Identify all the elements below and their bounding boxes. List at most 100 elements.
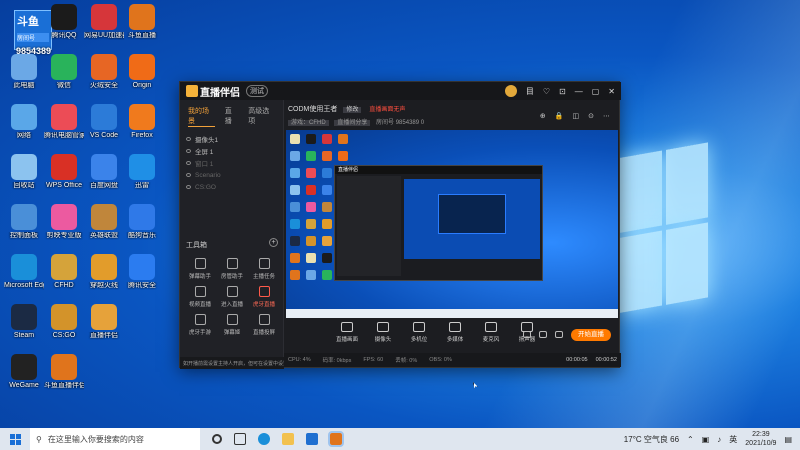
desktop-icon[interactable]: 回收站 xyxy=(4,154,44,202)
preview-toggle-icon[interactable] xyxy=(539,331,547,338)
network-icon[interactable]: ▣ xyxy=(702,435,710,444)
beta-badge[interactable]: 测试 xyxy=(246,85,268,97)
source-control[interactable]: 直播画面 xyxy=(336,322,358,343)
desktop-icon[interactable]: 斗鱼直播伴侣 xyxy=(44,354,84,402)
close-icon[interactable]: ✕ xyxy=(608,87,615,96)
desktop-icon[interactable]: 酷狗音乐 xyxy=(122,204,162,252)
source-control[interactable]: 多媒体 xyxy=(444,322,466,343)
edge-icon[interactable] xyxy=(258,433,270,445)
fans-count: 0 xyxy=(420,120,425,126)
scene-item[interactable]: Scenario xyxy=(186,169,277,181)
streaming-app-icon[interactable] xyxy=(328,431,344,447)
layout-icon[interactable]: ◫ xyxy=(573,112,580,120)
desktop-icon[interactable]: Firefox xyxy=(122,104,162,152)
more-icon[interactable]: ⋯ xyxy=(603,112,610,120)
desktop-icon[interactable]: 控制面板 xyxy=(4,204,44,252)
desktop-icon[interactable]: 百度网盘 xyxy=(84,154,124,202)
room-category[interactable]: 游戏：CFHD xyxy=(288,120,329,126)
room-title[interactable]: CODM使用王者 xyxy=(288,106,337,113)
menu-icon[interactable]: 目 xyxy=(526,86,534,97)
tab-scenes[interactable]: 我的场景 xyxy=(188,106,215,127)
visibility-icon[interactable] xyxy=(186,161,191,165)
desktop-icon[interactable]: 斗鱼直播 xyxy=(122,4,162,52)
source-control[interactable]: 多机位 xyxy=(408,322,430,343)
tool-button[interactable]: 虎牙直播 xyxy=(248,286,280,308)
scene-item[interactable]: 窗口 1 xyxy=(186,157,277,169)
app-window[interactable]: 直播伴侣 测试 目 ♡ ⊡ — ▢ ✕ 我的场景 直播 高级选项 摄像头1 全屏 … xyxy=(179,81,621,369)
edit-title-button[interactable]: 修改 xyxy=(343,107,362,113)
tool-icon xyxy=(258,286,270,297)
desktop-icon[interactable]: 此电脑 xyxy=(4,54,44,102)
start-button[interactable] xyxy=(0,433,30,445)
input-language[interactable]: 英 xyxy=(729,434,737,445)
desktop-icon[interactable]: VS Code xyxy=(84,104,124,152)
tool-button[interactable]: 主播任务 xyxy=(248,258,280,280)
desktop-icon[interactable]: WPS Office xyxy=(44,154,84,202)
go-live-button[interactable]: 开始直播 xyxy=(571,329,611,341)
taskbar-search[interactable]: ⚲ 在这里输入你要搜索的内容 xyxy=(30,428,200,450)
source-control[interactable]: 摄像头 xyxy=(372,322,394,343)
notification-icon[interactable]: ▤ xyxy=(784,435,792,444)
visibility-icon[interactable] xyxy=(186,185,191,189)
status-cpu: CPU: 4% xyxy=(288,357,311,363)
preview-mini-icon xyxy=(290,236,300,246)
weather-text[interactable]: 17°C 空气良 66 xyxy=(624,434,679,445)
camera-toggle-icon[interactable] xyxy=(523,331,531,338)
scene-item[interactable]: 摄像头1 xyxy=(186,133,277,145)
desktop-icon[interactable]: 穿越火线 xyxy=(84,254,124,302)
task-view-icon[interactable] xyxy=(234,433,246,445)
visibility-icon[interactable] xyxy=(186,149,191,153)
desktop-icon[interactable]: Microsoft Edge xyxy=(4,254,44,302)
desktop-icon[interactable]: WeGame xyxy=(4,354,44,402)
scene-item[interactable]: CS:GO xyxy=(186,181,277,193)
desktop-icon[interactable]: 火绒安全 xyxy=(84,54,124,102)
desktop-icon[interactable]: CFHD xyxy=(44,254,84,302)
desktop-icon[interactable]: 腾讯安全 xyxy=(122,254,162,302)
volume-icon[interactable]: ♪ xyxy=(717,435,721,444)
visibility-icon[interactable] xyxy=(186,173,191,177)
desktop-icon[interactable]: 网络 xyxy=(4,104,44,152)
tool-button[interactable]: 弹幕姬 xyxy=(216,314,248,336)
tray-overflow-icon[interactable]: ⌃ xyxy=(687,435,694,444)
settings-icon[interactable]: ⊙ xyxy=(588,112,594,120)
tool-button[interactable]: 弹幕助手 xyxy=(184,258,216,280)
desktop-icon[interactable]: 迅雷 xyxy=(122,154,162,202)
app-titlebar[interactable]: 直播伴侣 测试 目 ♡ ⊡ — ▢ ✕ xyxy=(180,82,621,100)
tab-live[interactable]: 直播 xyxy=(225,106,238,127)
desktop-icon[interactable]: Origin xyxy=(122,54,162,102)
desktop-icon[interactable]: Steam xyxy=(4,304,44,352)
desktop-icon[interactable]: 微信 xyxy=(44,54,84,102)
maximize-icon[interactable]: ▢ xyxy=(592,87,600,96)
tool-button[interactable]: 进入直播 xyxy=(216,286,248,308)
file-explorer-icon[interactable] xyxy=(282,433,294,445)
desktop-icon[interactable]: 英雄联盟 xyxy=(84,204,124,252)
tool-button[interactable]: 视频直播 xyxy=(184,286,216,308)
visibility-icon[interactable] xyxy=(186,137,191,141)
desktop-icon[interactable]: 腾讯电脑管家 xyxy=(44,104,84,152)
favorite-icon[interactable]: ♡ xyxy=(543,87,550,96)
desktop-icon[interactable]: 腾讯QQ xyxy=(44,4,84,52)
mail-icon[interactable] xyxy=(306,433,318,445)
lock-icon[interactable]: 🔒 xyxy=(555,112,564,120)
screen-icon[interactable]: ⊡ xyxy=(559,87,566,96)
tool-button[interactable]: 直播投屏 xyxy=(248,314,280,336)
scene-item[interactable]: 全屏 1 xyxy=(186,145,277,157)
room-share[interactable]: 直播间分享 xyxy=(334,120,371,126)
tool-button[interactable]: 虎牙手游 xyxy=(184,314,216,336)
user-avatar[interactable] xyxy=(504,85,517,97)
minimize-icon[interactable]: — xyxy=(575,87,583,96)
source-control[interactable]: 麦克风 xyxy=(480,322,502,343)
desktop-icon[interactable]: 直播伴侣 xyxy=(84,304,124,352)
tool-button[interactable]: 房管助手 xyxy=(216,258,248,280)
source-control-label: 多媒体 xyxy=(446,337,464,343)
desktop-icon[interactable]: 剪映专业版 xyxy=(44,204,84,252)
cortana-icon[interactable] xyxy=(212,434,222,444)
stream-settings-icon[interactable] xyxy=(555,331,563,338)
add-source-icon[interactable]: ⊕ xyxy=(540,112,546,120)
taskbar-clock[interactable]: 22:39 2021/10/9 xyxy=(745,430,776,448)
stream-preview[interactable]: 直播伴侣 xyxy=(286,130,618,318)
desktop-icon[interactable]: CS:GO xyxy=(44,304,84,352)
tab-advanced[interactable]: 高级选项 xyxy=(248,106,275,127)
desktop-icon[interactable]: 网易UU加速器 xyxy=(84,4,124,52)
add-tool-icon[interactable]: + xyxy=(269,238,278,247)
